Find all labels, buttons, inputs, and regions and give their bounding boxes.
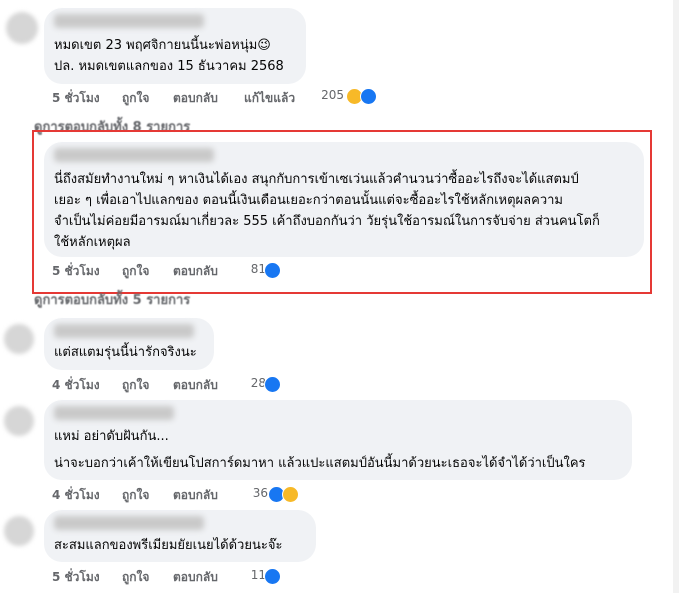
comment-text-line: หมดเขต 23 พฤศจิกายนนี้นะพ่อหนุ่ม😉 xyxy=(54,38,271,53)
comment-text-line: น่าจะบอกว่าเค้าให้เขียนโปสการ์ดมาหา แล้ว… xyxy=(54,456,586,471)
comment-text-line: ปล. หมดเขตแลกของ 15 ธันวาคม 2568 xyxy=(54,59,284,74)
edited-label[interactable]: แก้ไขแล้ว xyxy=(244,89,295,108)
like-button[interactable]: ถูกใจ xyxy=(122,262,149,281)
comment-actions: 5 ชั่วโมง ถูกใจ ตอบกลับ แก้ไขแล้ว xyxy=(52,89,295,108)
like-button[interactable]: ถูกใจ xyxy=(122,89,149,108)
reaction-summary[interactable]: 11 xyxy=(240,566,284,586)
comment-actions: 5 ชั่วโมง ถูกใจ ตอบกลับ xyxy=(52,262,252,280)
avatar[interactable] xyxy=(4,516,34,546)
comments-screenshot: { "comments": [ { "lines": ["หมดเขต 23 พ… xyxy=(0,0,679,593)
like-icon xyxy=(360,88,377,105)
comment-actions: 5 ชั่วโมง ถูกใจ ตอบกลับ xyxy=(52,568,252,586)
comment-bubble: แหม่ อย่าดับฝันกัน... น่าจะบอกว่าเค้าให้… xyxy=(44,400,632,480)
like-icon xyxy=(264,568,281,585)
reply-button[interactable]: ตอบกลับ xyxy=(173,89,218,108)
comment-text-line: แหม่ อย่าดับฝันกัน... xyxy=(54,429,169,444)
comment-actions: 4 ชั่วโมง ถูกใจ ตอบกลับ xyxy=(52,376,252,394)
reaction-count: 36 xyxy=(252,486,268,500)
commenter-name[interactable] xyxy=(54,406,174,420)
like-button[interactable]: ถูกใจ xyxy=(122,486,149,505)
commenter-name[interactable] xyxy=(54,14,204,28)
reply-button[interactable]: ตอบกลับ xyxy=(173,486,218,505)
commenter-name[interactable] xyxy=(54,148,214,162)
like-icon xyxy=(264,262,281,279)
comment-actions: 4 ชั่วโมง ถูกใจ ตอบกลับ xyxy=(52,486,252,504)
timestamp[interactable]: 4 ชั่วโมง xyxy=(52,486,100,505)
comment-text-line: นี่ถึงสมัยทำงานใหม่ ๆ หาเงินได้เอง สนุกก… xyxy=(54,172,579,187)
like-button[interactable]: ถูกใจ xyxy=(122,376,149,395)
reaction-summary[interactable]: 28 xyxy=(240,374,284,394)
timestamp[interactable]: 5 ชั่วโมง xyxy=(52,262,100,281)
comment-bubble: สะสมแลกของพรีเมียมยัยเนยได้ด้วยนะจ๊ะ xyxy=(44,510,316,562)
avatar[interactable] xyxy=(4,406,34,436)
commenter-name[interactable] xyxy=(54,516,204,530)
scrollbar[interactable] xyxy=(673,0,679,593)
reply-button[interactable]: ตอบกลับ xyxy=(173,262,218,281)
reaction-summary[interactable]: 81 xyxy=(240,260,284,280)
reply-button[interactable]: ตอบกลับ xyxy=(173,568,218,587)
reaction-summary[interactable]: 36 xyxy=(240,484,304,504)
comment-text-line: สะสมแลกของพรีเมียมยัยเนยได้ด้วยนะจ๊ะ xyxy=(54,538,283,553)
view-replies-link[interactable]: ดูการตอบกลับทั้ง 5 รายการ xyxy=(34,289,190,310)
comment-text-line: แต่สแตมรุ่นนี้น่ารักจริงนะ xyxy=(54,345,197,360)
comment-text-line: เยอะ ๆ เพื่อเอาไปแลกของ ตอนนี้เงินเดือนเ… xyxy=(54,193,564,208)
reply-button[interactable]: ตอบกลับ xyxy=(173,376,218,395)
reaction-summary[interactable]: 205 xyxy=(300,86,384,106)
timestamp[interactable]: 4 ชั่วโมง xyxy=(52,376,100,395)
haha-icon xyxy=(282,486,299,503)
avatar[interactable] xyxy=(6,12,38,44)
avatar[interactable] xyxy=(4,324,34,354)
commenter-name[interactable] xyxy=(54,324,194,338)
comment-bubble: นี่ถึงสมัยทำงานใหม่ ๆ หาเงินได้เอง สนุกก… xyxy=(44,142,644,257)
comment-bubble: แต่สแตมรุ่นนี้น่ารักจริงนะ xyxy=(44,318,214,370)
timestamp[interactable]: 5 ชั่วโมง xyxy=(52,568,100,587)
comment-text-line: จำเป็นไม่ค่อยมีอารมณ์มาเกี่ยวละ 555 เค้า… xyxy=(54,214,600,229)
comment-text-line: ใช้หลักเหตุผล xyxy=(54,235,131,250)
like-icon xyxy=(264,376,281,393)
reaction-count: 205 xyxy=(321,88,344,102)
timestamp[interactable]: 5 ชั่วโมง xyxy=(52,89,100,108)
comment-bubble: หมดเขต 23 พฤศจิกายนนี้นะพ่อหนุ่ม😉 ปล. หม… xyxy=(44,8,306,84)
like-button[interactable]: ถูกใจ xyxy=(122,568,149,587)
